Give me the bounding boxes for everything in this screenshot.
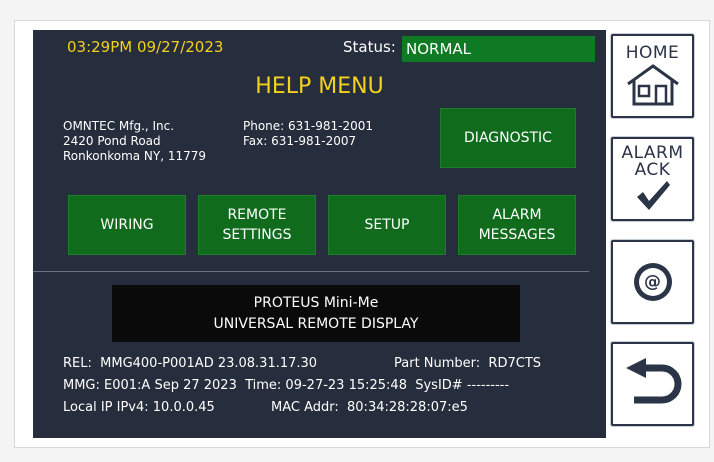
company-fax: Fax: 631-981-2007 — [243, 134, 357, 148]
remote-settings-label-1: REMOTE — [227, 207, 287, 223]
setup-label: SETUP — [364, 217, 410, 233]
contact-button[interactable]: @ — [611, 240, 694, 324]
divider — [33, 271, 589, 272]
page-title: HELP MENU — [255, 74, 384, 99]
company-name: OMNTEC Mfg., Inc. — [63, 119, 175, 133]
product-name: PROTEUS Mini-Me — [253, 294, 379, 311]
wiring-label: WIRING — [100, 217, 154, 233]
ip-address: Local IP IPv4: 10.0.0.45 — [63, 400, 215, 415]
product-subtitle: UNIVERSAL REMOTE DISPLAY — [213, 315, 419, 332]
company-address-2: Ronkonkoma NY, 11779 — [63, 149, 207, 163]
alarm-ack-label-2: ACK — [634, 160, 671, 180]
status-label: Status: — [343, 38, 396, 56]
back-arrow-icon — [625, 358, 681, 404]
back-button[interactable] — [611, 342, 694, 426]
wiring-button[interactable]: WIRING — [68, 195, 186, 255]
clock: 03:29PM 09/27/2023 — [67, 38, 224, 56]
main-screen: 03:29PM 09/27/2023 Status: NORMAL HELP M… — [33, 30, 606, 438]
setup-button[interactable]: SETUP — [328, 195, 446, 255]
at-symbol: @ — [638, 268, 667, 296]
alarm-messages-label-2: MESSAGES — [478, 227, 556, 243]
mac-address: MAC Addr: 80:34:28:28:07:e5 — [271, 400, 468, 415]
release-info: REL: MMG400-P001AD 23.08.31.17.30 — [63, 356, 318, 371]
company-address-1: 2420 Pond Road — [63, 134, 161, 148]
checkmark-icon — [636, 181, 670, 210]
company-phone: Phone: 631-981-2001 — [243, 119, 374, 133]
house-icon — [626, 63, 679, 105]
home-label: HOME — [625, 42, 680, 63]
status-value: NORMAL — [402, 36, 595, 62]
product-banner: PROTEUS Mini-Me UNIVERSAL REMOTE DISPLAY — [112, 285, 520, 342]
alarm-messages-label-1: ALARM — [492, 207, 542, 223]
contact-info: Phone: 631-981-2001 Fax: 631-981-2007 — [243, 119, 373, 149]
at-icon: @ — [633, 263, 672, 301]
diagnostic-label: DIAGNOSTIC — [464, 130, 552, 146]
mmg-info: MMG: E001:A Sep 27 2023 Time: 09-27-23 1… — [63, 378, 510, 393]
remote-settings-button[interactable]: REMOTE SETTINGS — [198, 195, 316, 255]
remote-settings-label-2: SETTINGS — [222, 227, 292, 243]
company-info: OMNTEC Mfg., Inc. 2420 Pond Road Ronkonk… — [63, 119, 206, 164]
alarm-ack-button[interactable]: ALARM ACK — [611, 137, 694, 221]
home-button[interactable]: HOME — [611, 34, 694, 118]
part-number: Part Number: RD7CTS — [394, 356, 542, 371]
diagnostic-button[interactable]: DIAGNOSTIC — [440, 108, 576, 168]
alarm-messages-button[interactable]: ALARM MESSAGES — [458, 195, 576, 255]
